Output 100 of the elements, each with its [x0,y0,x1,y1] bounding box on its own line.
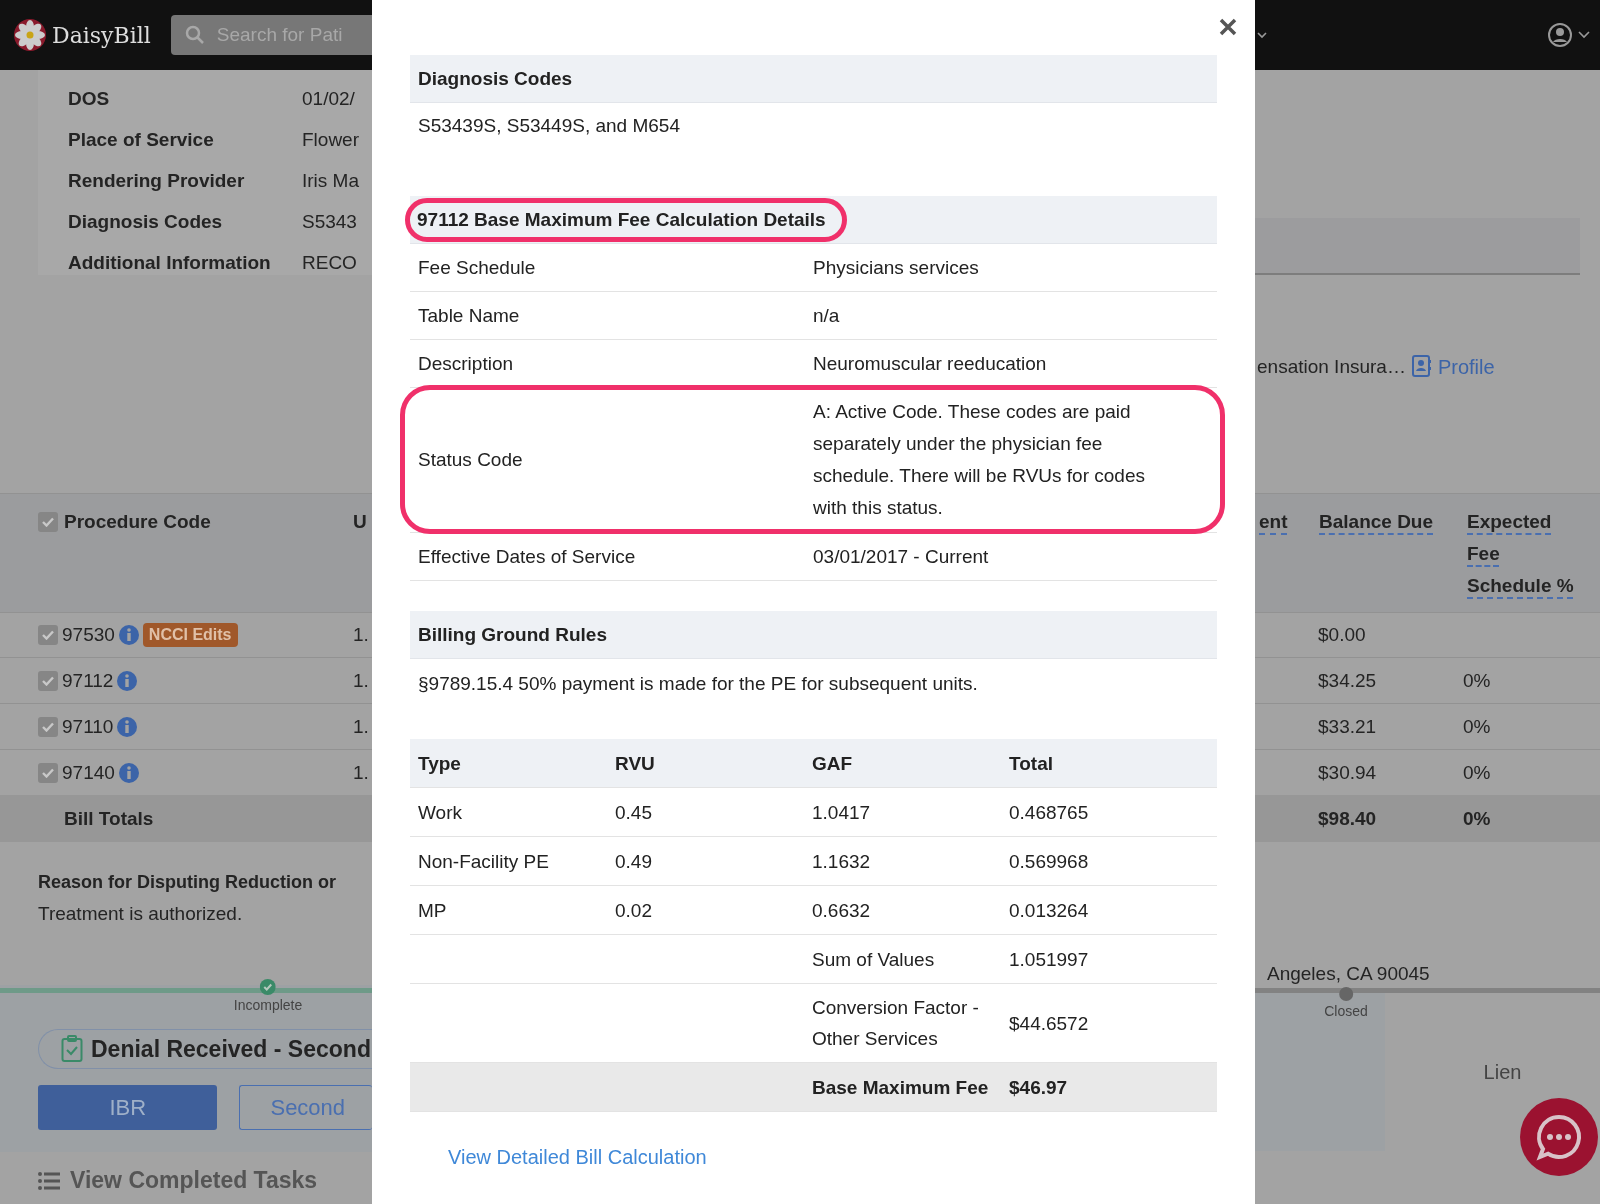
summary-label: Conversion Factor - Other Services [812,996,980,1051]
table-cell-text: Work [418,800,463,825]
column-header: Balance Due [1319,510,1435,534]
field-value: 01/02/ [302,87,356,110]
checkmark-icon [42,675,54,686]
detail-value: 03/01/2017 - Current [813,544,990,569]
payer-name: ensation Insura… [1257,356,1406,378]
checkmark-icon [42,630,54,640]
profile-link[interactable]: Profile [1411,355,1495,379]
diagnosis-codes-text: S53439S, S53449S, and M654 [418,115,680,136]
column-header: Type [418,751,462,776]
info-icon[interactable] [118,625,139,645]
detail-value: n/a [813,303,841,328]
detail-label: Fee Schedule [418,255,537,280]
detail-label: Table Name [418,303,521,328]
detail-value: Neuromuscular reeducation [813,351,1048,376]
field-value: S5343 [302,210,358,233]
table-cell-text: $0.00 [1318,624,1367,646]
detail-label: Status Code [418,448,524,472]
reason-label: Reason for Disputing Reduction or [38,872,337,893]
checkmark-icon [42,721,54,732]
list-icon[interactable] [38,1171,60,1190]
table-cell-text: 1. [353,624,370,646]
table-cell-text: 0.02 [615,898,653,923]
procedure-code: 97112 [62,669,114,692]
column-header: RVU [615,751,656,776]
info-icon[interactable] [117,716,138,737]
checkbox[interactable] [38,762,58,783]
procedure-code: 97140 [62,761,115,784]
contact-card-icon [1411,355,1432,377]
table-cell-text: Non-Facility PE [418,849,550,874]
search-icon [184,25,205,45]
close-icon[interactable] [1219,18,1237,36]
summary-value: $46.97 [1009,1075,1069,1100]
summary-value: $44.6572 [1009,1011,1090,1036]
user-icon[interactable] [1548,23,1572,47]
detail-label: Description [418,351,515,376]
ncci-badge[interactable]: NCCI Edits [142,623,238,647]
info-icon[interactable] [118,762,139,783]
chat-icon [1534,1112,1584,1162]
column-header: GAF [812,751,854,776]
table-cell-text: 1. [353,669,370,692]
completed-tasks-link[interactable]: View Completed Tasks [70,1167,318,1194]
checkbox[interactable] [38,512,58,532]
table-cell-text: 1. [353,715,370,738]
rule-text: §9789.15.4 50% payment is made for the PE for subsequent units. [418,673,978,694]
section-title: Billing Ground Rules [418,623,607,646]
table-cell-text: $34.25 [1318,669,1378,692]
chevron-down-icon[interactable] [1257,31,1267,39]
task-title: Denial Received - Second [91,1035,371,1063]
column-header: Expected Fee Schedule % [1467,510,1575,598]
field-label: Place of Service [68,128,215,151]
detailed-calculation-link[interactable]: View Detailed Bill Calculation [448,1146,707,1169]
summary-value: 1.051997 [1009,947,1090,972]
field-value: Flower [302,128,360,151]
step-label: Incomplete [233,997,303,1013]
field-value: RECO [302,251,358,274]
table-cell: 0% [1463,669,1491,692]
table-cell: 0% [1463,761,1491,784]
detail-value: Physicians services [813,255,980,280]
checkbox[interactable] [38,670,58,691]
chevron-down-icon[interactable] [1578,31,1590,39]
column-header: Total [1009,751,1054,776]
info-icon[interactable] [117,670,138,691]
summary-label: Sum of Values [812,947,936,972]
lien-label: Lien [1483,1061,1522,1084]
field-label: Additional Information [68,251,272,274]
action-button[interactable]: IBR [38,1085,218,1130]
section-title: Diagnosis Codes [418,67,573,90]
table-cell-text: 1. [353,761,370,784]
table-cell-text: 1.0417 [812,800,872,825]
field-label: Diagnosis Codes [68,210,224,233]
table-cell-text: 0.49 [615,849,653,874]
table-cell: 0% [1463,807,1491,830]
detail-label: Effective Dates of Service [418,544,637,569]
table-cell-text: 0.569968 [1009,849,1090,874]
table-cell-text: $30.94 [1318,761,1378,784]
totals-label: Bill Totals [64,807,154,830]
column-header: Procedure Code [64,510,211,534]
summary-label: Base Maximum Fee [812,1075,990,1100]
clipboard-check-icon [61,1035,83,1063]
table-cell-text: 0.468765 [1009,800,1090,825]
field-label: DOS [68,87,111,110]
checkmark-icon [42,517,54,527]
table-cell: 0% [1463,715,1491,738]
logo-text[interactable]: DaisyBill [52,22,151,48]
checkbox[interactable] [38,716,58,737]
address-text: Angeles, CA 90045 [1267,963,1430,985]
table-cell-text: MP [418,898,448,923]
flower-logo-icon[interactable] [14,19,46,51]
column-header: U [353,510,368,534]
table-cell-text: 0.45 [615,800,653,825]
table-cell-text: $33.21 [1318,715,1378,738]
procedure-code: 97110 [62,715,114,738]
column-header: ent [1259,510,1289,534]
checkmark-icon [42,767,54,778]
checkbox[interactable] [38,625,58,645]
section-title: 97112 Base Maximum Fee Calculation Details [417,208,826,231]
step-label: Closed [1324,1003,1368,1019]
reason-text: Treatment is authorized. [38,903,244,925]
